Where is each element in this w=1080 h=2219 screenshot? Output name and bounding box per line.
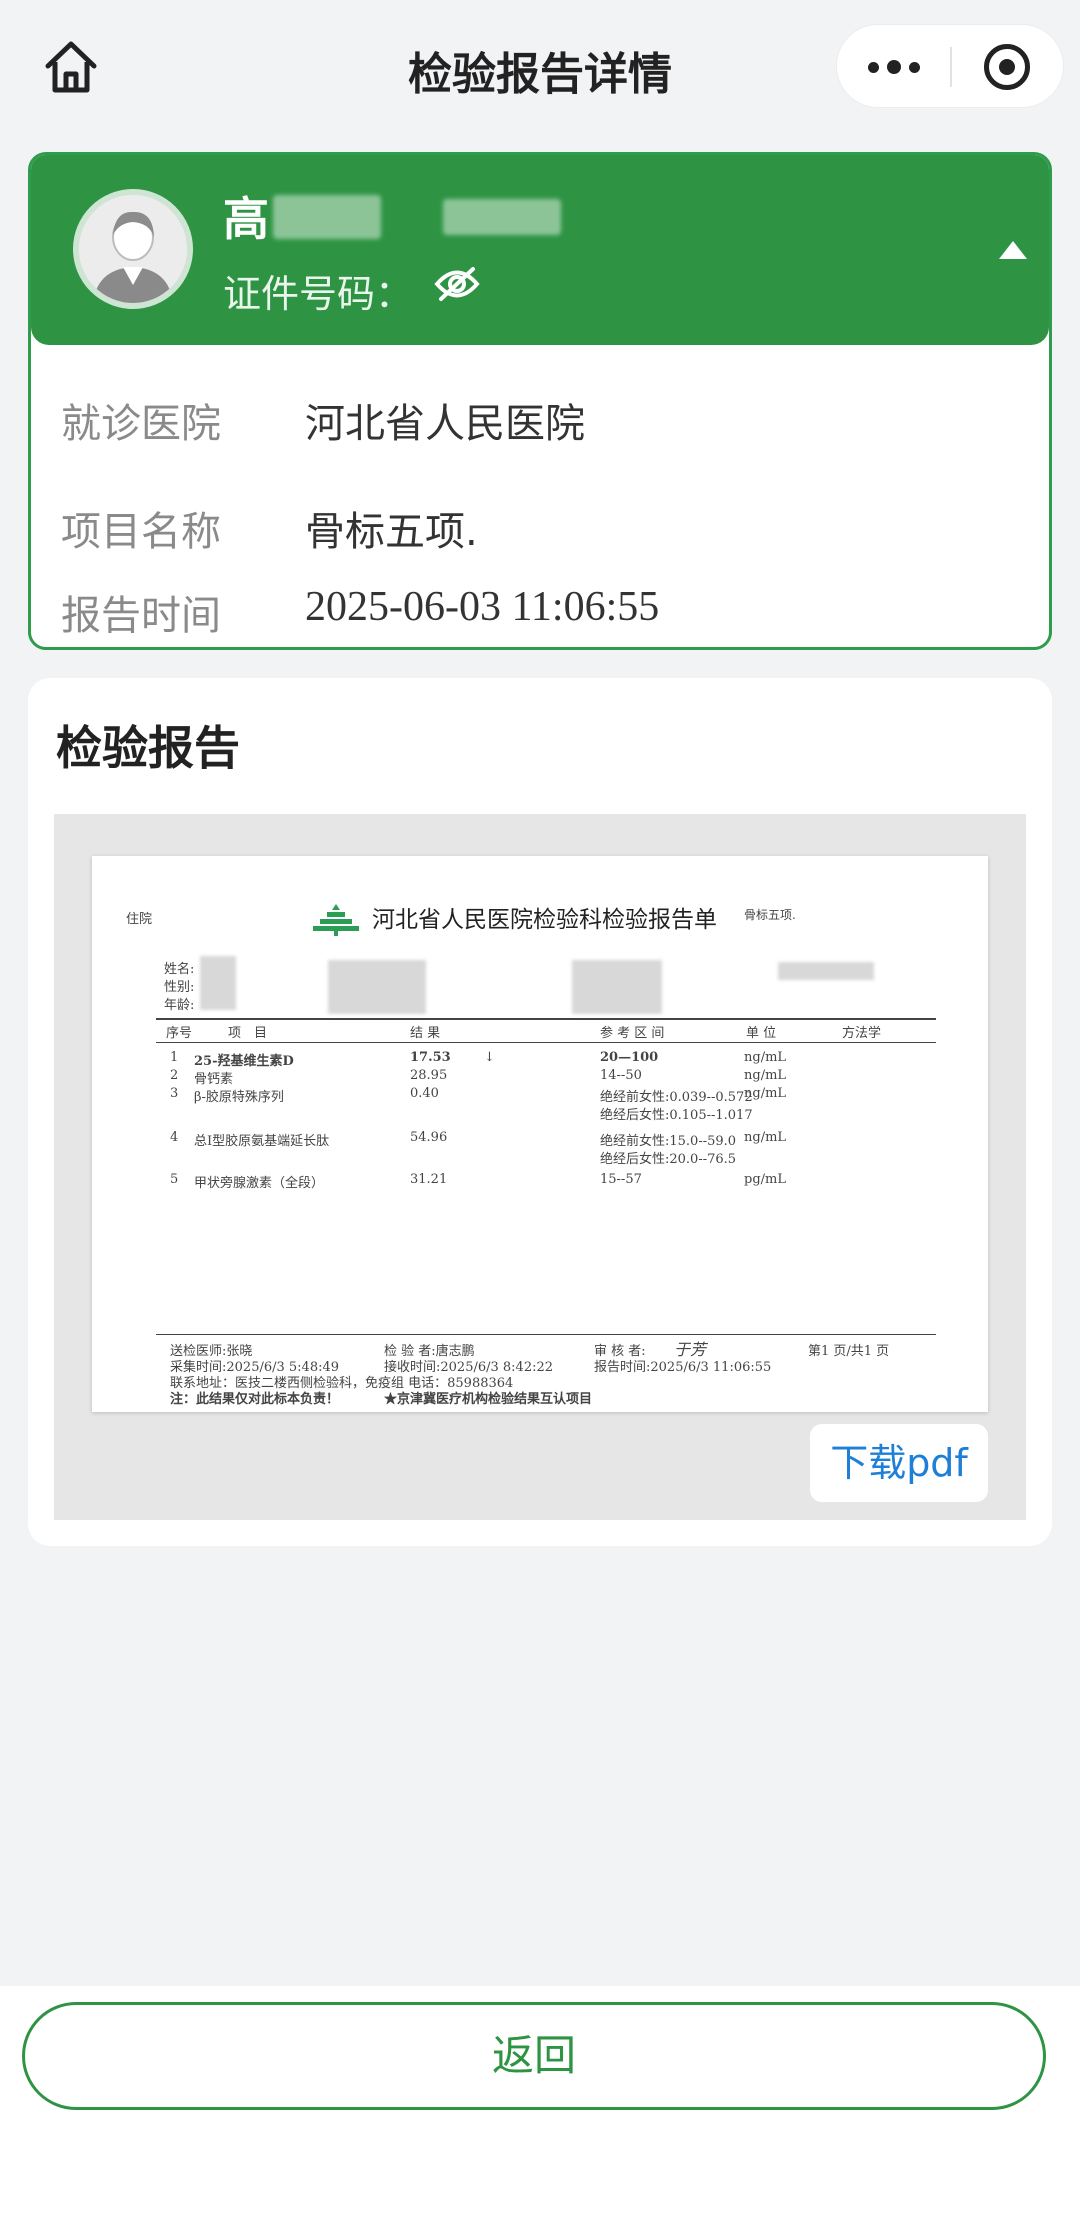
col-header-unit: 单 位 bbox=[746, 1026, 777, 1041]
col-header-result: 结 果 bbox=[410, 1026, 441, 1041]
footer-rule bbox=[156, 1334, 936, 1335]
row-no: 2 bbox=[170, 1068, 179, 1083]
footer-bar: 返回 bbox=[0, 1986, 1080, 2219]
patient-redaction bbox=[778, 962, 874, 980]
report-specimen: 骨标五项. bbox=[744, 908, 796, 922]
row-range: 绝经前女性:0.039--0.572 bbox=[600, 1090, 753, 1105]
row-unit: ng/mL bbox=[744, 1050, 787, 1065]
footer-report-time: 报告时间:2025/6/3 11:06:55 bbox=[594, 1360, 772, 1375]
eye-off-icon[interactable] bbox=[433, 263, 481, 305]
row-range: 20—100 bbox=[600, 1050, 659, 1065]
footer-mutual: ★京津冀医疗机构检验结果互认项目 bbox=[384, 1392, 593, 1407]
row-no: 3 bbox=[170, 1086, 179, 1101]
more-icon-dot bbox=[908, 61, 920, 73]
collapse-caret-icon[interactable] bbox=[999, 241, 1027, 259]
more-icon-dot bbox=[886, 60, 901, 74]
sex-label: 性别: bbox=[164, 980, 195, 995]
row-range: 14--50 bbox=[600, 1068, 642, 1083]
patient-redaction bbox=[328, 960, 426, 1014]
row-result: 17.53 bbox=[410, 1050, 451, 1065]
row-item: β-胶原特殊序列 bbox=[194, 1090, 284, 1105]
row-unit: pg/mL bbox=[744, 1172, 786, 1187]
row-unit: ng/mL bbox=[744, 1068, 787, 1083]
row-range: 绝经前女性:15.0--59.0 bbox=[600, 1134, 737, 1149]
patient-redaction bbox=[572, 960, 662, 1014]
close-circle-icon bbox=[983, 44, 1030, 90]
row-range-2: 绝经后女性:0.105--1.017 bbox=[600, 1108, 753, 1123]
row-no: 5 bbox=[170, 1172, 179, 1187]
row-item: 骨钙素 bbox=[194, 1072, 234, 1087]
row-result: 54.96 bbox=[410, 1130, 448, 1145]
inpatient-tag: 住院 bbox=[126, 912, 153, 927]
table-rule bbox=[156, 1042, 936, 1043]
col-header-no: 序号 bbox=[166, 1026, 193, 1041]
home-icon bbox=[45, 41, 97, 93]
nav-bar: 检验报告详情 bbox=[0, 0, 1080, 140]
avatar bbox=[73, 189, 193, 309]
row-no: 4 bbox=[170, 1130, 179, 1145]
age-label: 年龄: bbox=[164, 998, 195, 1013]
more-icon bbox=[867, 61, 879, 73]
info-redaction bbox=[443, 199, 561, 235]
hospital-label: 就诊医院 bbox=[61, 401, 221, 447]
time-label: 报告时间 bbox=[61, 593, 221, 639]
time-value: 2025-06-03 11:06:55 bbox=[305, 584, 660, 630]
id-number-label: 证件号码： bbox=[223, 272, 414, 316]
name-label: 姓名: bbox=[164, 962, 195, 977]
col-header-method: 方法学 bbox=[842, 1026, 882, 1041]
row-item: 总I型胶原氨基端延长肽 bbox=[194, 1134, 330, 1149]
col-header-item: 项 目 bbox=[228, 1026, 268, 1041]
row-unit: ng/mL bbox=[744, 1086, 787, 1101]
col-header-range: 参 考 区 间 bbox=[600, 1026, 665, 1041]
download-pdf-button[interactable]: 下载pdf bbox=[810, 1424, 988, 1502]
table-rule bbox=[156, 1018, 936, 1020]
report-preview: 住院 河北省人民医院检验科检验报告单 骨标五项. 姓名: 性别: 年龄: 序号 … bbox=[54, 814, 1026, 1520]
back-button[interactable]: 返回 bbox=[22, 2002, 1046, 2110]
row-no: 1 bbox=[170, 1050, 179, 1065]
row-item: 25-羟基维生素D bbox=[194, 1054, 294, 1069]
report-hospital-title: 河北省人民医院检验科检验报告单 bbox=[372, 907, 717, 933]
row-result: 0.40 bbox=[410, 1086, 439, 1101]
row-flag: ↓ bbox=[484, 1050, 495, 1065]
footer-note: 注：此结果仅对此标本负责！ bbox=[170, 1392, 340, 1407]
project-label: 项目名称 bbox=[61, 509, 221, 555]
project-value: 骨标五项. bbox=[305, 509, 478, 555]
home-button[interactable] bbox=[40, 36, 102, 98]
mini-program-capsule bbox=[836, 24, 1064, 108]
more-button[interactable] bbox=[837, 25, 950, 109]
row-unit: ng/mL bbox=[744, 1130, 787, 1145]
report-section-title: 检验报告 bbox=[56, 721, 240, 775]
patient-name: 高 bbox=[223, 192, 269, 246]
report-card: 检验报告 住院 河北省人民医院检验科检验报告单 骨标五项. 姓名: 性别: 年龄… bbox=[28, 678, 1052, 1546]
row-range-2: 绝经后女性:20.0--76.5 bbox=[600, 1152, 737, 1167]
row-result: 31.21 bbox=[410, 1172, 448, 1187]
row-item: 甲状旁腺激素（全段） bbox=[194, 1176, 325, 1191]
report-image[interactable]: 住院 河北省人民医院检验科检验报告单 骨标五项. 姓名: 性别: 年龄: 序号 … bbox=[92, 856, 988, 1412]
hospital-value: 河北省人民医院 bbox=[305, 401, 585, 447]
patient-card: 高 证件号码： 就诊医院 河北省人民医院 项目名称 骨标五项. 报告时间 202… bbox=[28, 152, 1052, 650]
close-button[interactable] bbox=[950, 25, 1063, 109]
patient-header[interactable]: 高 证件号码： bbox=[31, 155, 1049, 345]
avatar-icon bbox=[79, 195, 187, 303]
row-result: 28.95 bbox=[410, 1068, 448, 1083]
row-range: 15--57 bbox=[600, 1172, 642, 1187]
footer-page: 第1 页/共1 页 bbox=[808, 1344, 890, 1359]
hospital-logo-icon bbox=[313, 904, 359, 936]
patient-redaction bbox=[200, 956, 236, 1010]
page: 检验报告详情 高 证件号码： 就诊医院 河北省人民医院 项目名称 骨标五项. 报… bbox=[0, 0, 1080, 2219]
name-redaction bbox=[273, 195, 381, 239]
